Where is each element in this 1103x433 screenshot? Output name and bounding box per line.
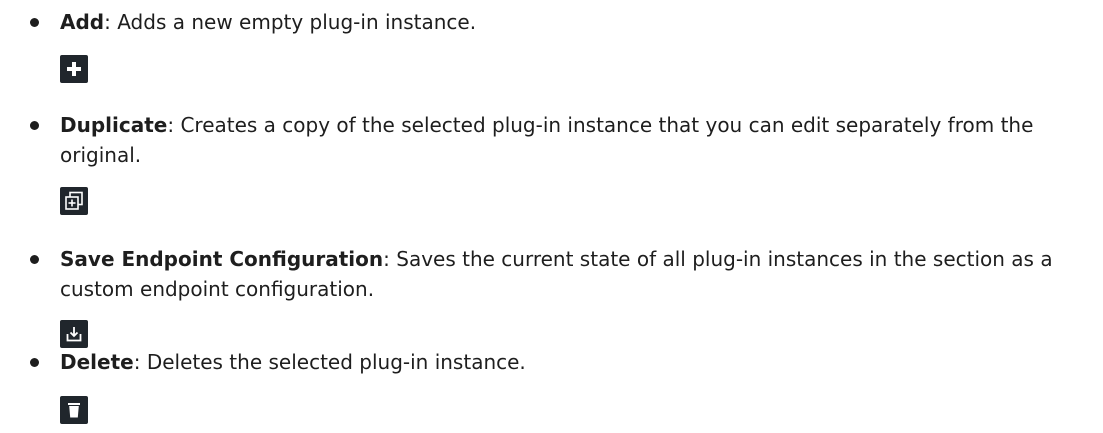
item-description: : Adds a new empty plug-in instance. xyxy=(104,10,477,34)
bullet xyxy=(30,18,39,27)
item-text: Save Endpoint Configuration: Saves the c… xyxy=(60,244,1090,304)
toolbar-actions-list: Add: Adds a new empty plug-in instance. … xyxy=(0,0,1103,433)
trash-icon xyxy=(60,396,88,424)
save-download-icon xyxy=(60,320,88,348)
duplicate-icon xyxy=(60,187,88,215)
item-term: Save Endpoint Configuration xyxy=(60,247,384,271)
plus-icon xyxy=(60,55,88,83)
bullet xyxy=(30,255,39,264)
item-text: Delete: Deletes the selected plug-in ins… xyxy=(60,347,1090,377)
item-description: : Creates a copy of the selected plug-in… xyxy=(60,113,1034,167)
item-text: Add: Adds a new empty plug-in instance. xyxy=(60,7,1090,37)
item-term: Duplicate xyxy=(60,113,168,137)
bullet xyxy=(30,121,39,130)
item-term: Delete xyxy=(60,350,134,374)
item-text: Duplicate: Creates a copy of the selecte… xyxy=(60,110,1090,170)
item-term: Add xyxy=(60,10,105,34)
bullet xyxy=(30,358,39,367)
item-description: : Deletes the selected plug-in instance. xyxy=(133,350,526,374)
